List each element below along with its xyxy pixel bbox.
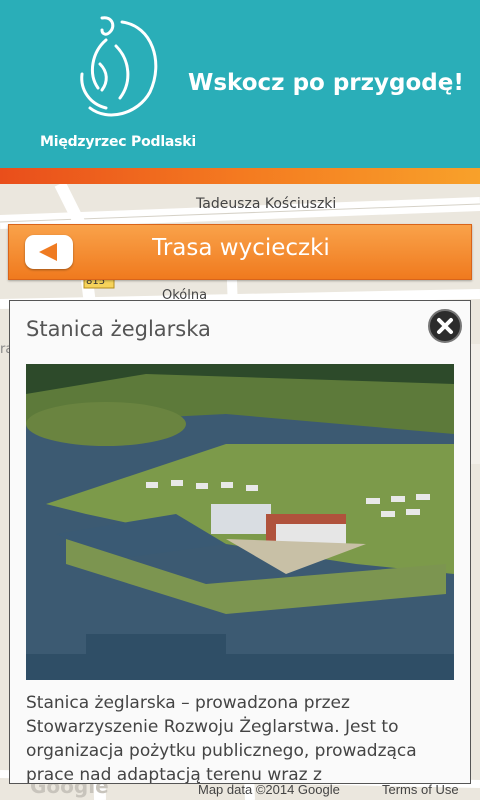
close-icon	[437, 318, 453, 334]
route-bar: Trasa wycieczki	[8, 224, 472, 280]
app-header: Międzyrzec Podlaski Wskocz po przygodę!	[0, 0, 480, 168]
info-panel: Stanica żeglarska Stanica żeglarska – pr…	[9, 300, 471, 784]
city-name: Międzyrzec Podlaski	[39, 134, 197, 150]
header-stripe	[0, 168, 480, 184]
terms-link[interactable]: Terms of Use	[382, 782, 459, 797]
map-attribution: Map data ©2014 Google	[198, 782, 340, 797]
marina-photo	[26, 364, 454, 680]
slogan: Wskocz po przygodę!	[188, 70, 464, 96]
map-street-label: Tadeusza Kościuszki	[196, 196, 337, 212]
panel-description: Stanica żeglarska – prowadzona przez Sto…	[26, 693, 417, 784]
city-logo	[80, 16, 158, 117]
route-title: Trasa wycieczki	[152, 235, 330, 261]
panel-title: Stanica żeglarska	[26, 317, 211, 341]
close-button[interactable]	[428, 309, 462, 343]
